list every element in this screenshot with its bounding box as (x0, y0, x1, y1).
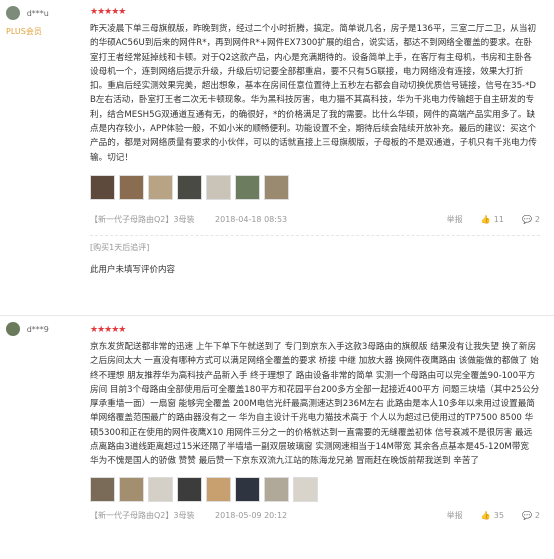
report-link[interactable]: 举报 (447, 510, 463, 521)
review-content: ★★★★★ 京东发货配送都非常的迅速 上午下单下午就送到了 专门到京东入手这款3… (90, 324, 540, 521)
review-thumbnail[interactable] (264, 174, 289, 200)
append-review: [购买1天后追评] 此用户未填写评价内容 (90, 234, 540, 275)
review-thumbnail[interactable] (264, 476, 289, 502)
review-text: 昨天凌晨下单三母旗舰版，昨晚到货，经过二个小时折腾，搞定。简单说几名，房子是13… (90, 24, 537, 163)
review-thumbnail[interactable] (293, 476, 318, 502)
avatar[interactable] (6, 322, 20, 336)
thumbs-up-icon: 👍 (480, 214, 491, 224)
review-thumbnail[interactable] (148, 476, 173, 502)
review-thumbnail[interactable] (206, 174, 231, 200)
comment-icon: 💬 (521, 214, 532, 224)
review-images (90, 174, 540, 200)
review-thumbnail[interactable] (119, 476, 144, 502)
review-user: d***u PLUS会员 (6, 6, 78, 37)
comment-icon: 💬 (521, 510, 532, 520)
review-thumbnail[interactable] (206, 476, 231, 502)
thumbs-up-icon: 👍 (480, 510, 491, 520)
like-button[interactable]: 👍 11 (481, 215, 504, 224)
user-name[interactable]: d***u (27, 9, 49, 18)
review-content: ★★★★★ 昨天凌晨下单三母旗舰版，昨晚到货，经过二个小时折腾，搞定。简单说几名… (90, 6, 540, 275)
review-thumbnail[interactable] (90, 476, 115, 502)
review-meta: 【新一代子母路由Q2】3母装 2018-05-09 20:12 举报 👍 35 💬… (90, 510, 540, 521)
review-thumbnail[interactable] (177, 174, 202, 200)
product-variant: 【新一代子母路由Q2】3母装 (90, 510, 195, 520)
review-user: d***9 (6, 322, 78, 336)
like-count: 11 (493, 214, 504, 224)
review-thumbnail[interactable] (148, 174, 173, 200)
product-variant: 【新一代子母路由Q2】3母装 (90, 214, 195, 224)
comment-count: 2 (534, 510, 540, 520)
plus-member-badge: PLUS会员 (6, 27, 42, 36)
review-item: d***9 ★★★★★ 京东发货配送都非常的迅速 上午下单下午就送到了 专门到京… (0, 316, 554, 559)
append-review-text: 此用户未填写评价内容 (90, 264, 176, 275)
user-name[interactable]: d***9 (27, 325, 49, 334)
review-thumbnail[interactable] (90, 174, 115, 200)
review-thumbnail[interactable] (235, 174, 260, 200)
comment-button[interactable]: 💬 2 (522, 511, 540, 520)
review-text: 京东发货配送都非常的迅速 上午下单下午就送到了 专门到京东入手这款3母路由的旗舰… (90, 342, 540, 467)
report-link[interactable]: 举报 (447, 214, 463, 225)
review-thumbnail[interactable] (119, 174, 144, 200)
append-review-label: [购买1天后追评] (90, 242, 150, 252)
avatar[interactable] (6, 6, 20, 20)
star-rating: ★★★★★ (90, 325, 126, 335)
like-count: 35 (493, 510, 504, 520)
star-rating: ★★★★★ (90, 7, 126, 17)
review-images (90, 476, 540, 502)
review-date: 2018-05-09 20:12 (215, 510, 288, 520)
review-thumbnail[interactable] (177, 476, 202, 502)
review-meta: 【新一代子母路由Q2】3母装 2018-04-18 08:53 举报 👍 11 💬… (90, 214, 540, 225)
like-button[interactable]: 👍 35 (481, 511, 504, 520)
comment-button[interactable]: 💬 2 (522, 215, 540, 224)
review-thumbnail[interactable] (235, 476, 260, 502)
comment-count: 2 (534, 214, 540, 224)
review-date: 2018-04-18 08:53 (215, 214, 288, 224)
review-item: d***u PLUS会员 ★★★★★ 昨天凌晨下单三母旗舰版，昨晚到货，经过二个… (0, 0, 554, 316)
